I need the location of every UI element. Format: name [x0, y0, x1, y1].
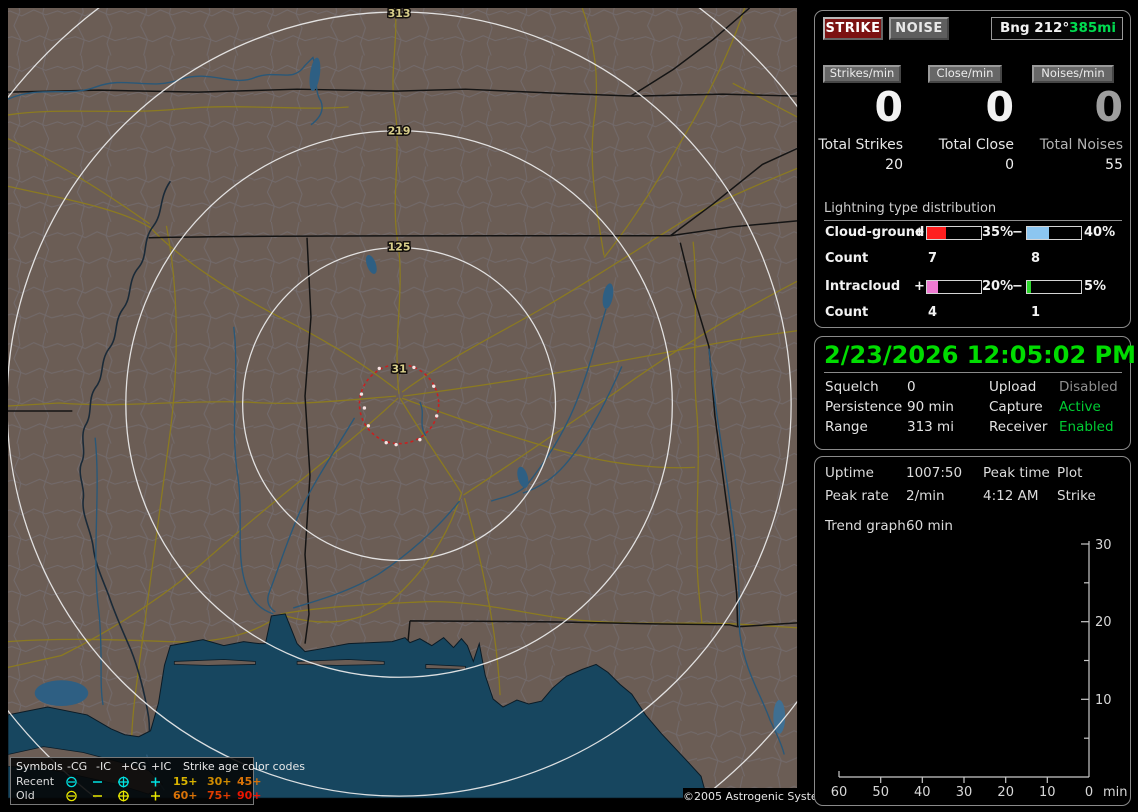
cg-positive-pct: 35%	[982, 225, 1014, 240]
y-tick-20: 20	[1095, 615, 1112, 630]
distance-value: 385mi	[1069, 20, 1116, 36]
pos-cg-old-icon	[118, 790, 129, 802]
legend-symbols-title: Symbols	[16, 760, 63, 773]
close-per-min-label: Close/min	[928, 65, 1002, 83]
x-tick-20: 20	[997, 785, 1014, 800]
cloud-ground-label: Cloud-ground	[825, 225, 925, 240]
neg-cg-old-icon	[66, 790, 77, 802]
pos-ic-old-icon	[151, 791, 160, 801]
x-axis-unit: min	[1103, 785, 1128, 800]
bearing-value: Bng 212°	[1000, 20, 1070, 36]
legend-row-old: Old	[16, 789, 35, 802]
ic-negative-pct: 5%	[1084, 279, 1107, 294]
trend-panel: Uptime 1007:50 Peak time Plot Peak rate …	[814, 456, 1131, 806]
x-tick-10: 10	[1039, 785, 1056, 800]
distribution-title: Lightning type distribution	[824, 201, 1122, 221]
ring-label-125: 125	[388, 241, 411, 254]
map-legend: Symbols -CG -IC +CG +IC Strike age color…	[10, 757, 305, 805]
upload-label: Upload	[989, 379, 1037, 395]
total-noises-value: 55	[1105, 157, 1123, 173]
cg-positive-count: 7	[928, 251, 938, 266]
x-tick-50: 50	[872, 785, 889, 800]
total-strikes-label: Total Strikes	[818, 137, 903, 153]
plus-sign: +	[914, 279, 925, 294]
ic-count-label: Count	[825, 305, 869, 320]
x-tick-0: 0	[1085, 785, 1093, 800]
strikes-per-min-value: 0	[874, 83, 903, 131]
status-panel: 2/23/2026 12:05:02 PM Squelch 0 Upload D…	[814, 336, 1136, 450]
ic-positive-count: 4	[928, 305, 938, 320]
total-strikes-value: 20	[885, 157, 903, 173]
receiver-label: Receiver	[989, 419, 1048, 435]
noises-per-min-value: 0	[1094, 83, 1123, 131]
close-per-min-value: 0	[985, 83, 1014, 131]
minus-sign: −	[1012, 225, 1023, 240]
cg-negative-bar	[1026, 226, 1082, 240]
squelch-label: Squelch	[825, 379, 879, 395]
x-tick-40: 40	[914, 785, 931, 800]
ic-positive-pct: 20%	[982, 279, 1014, 294]
x-tick-30: 30	[956, 785, 973, 800]
datetime-display: 2/23/2026 12:05:02 PM	[824, 341, 1136, 373]
ring-label-31: 31	[392, 362, 407, 375]
legend-col-pic: +IC	[151, 760, 172, 773]
age-15: 15+	[173, 775, 198, 788]
cg-positive-bar	[926, 226, 982, 240]
legend-col-pcg: +CG	[121, 760, 147, 773]
x-tick-60: 60	[831, 785, 848, 800]
neg-ic-old-icon	[93, 795, 102, 797]
legend-row-recent: Recent	[16, 775, 55, 788]
squelch-value: 0	[907, 379, 916, 395]
age-75: 75+	[207, 789, 232, 802]
persistence-label: Persistence	[825, 399, 903, 415]
plus-sign: +	[914, 225, 925, 240]
cg-negative-pct: 40%	[1084, 225, 1116, 240]
trend-graph-chart: 30 20 10 60 50 40 30 20 10 0 min	[831, 538, 1128, 800]
app-window: 313 219 125 31 Symbols -CG -IC +CG +IC S…	[0, 0, 1138, 812]
age-90: 90+	[237, 789, 262, 802]
strike-button[interactable]: STRIKE	[823, 17, 883, 40]
minus-sign: −	[1012, 279, 1023, 294]
ic-negative-count: 1	[1031, 305, 1041, 320]
receiver-status: Enabled	[1059, 419, 1114, 435]
ring-label-313: 313	[388, 8, 411, 20]
pos-ic-recent-icon	[151, 777, 160, 787]
age-30: 30+	[207, 775, 232, 788]
legend-ages-title: Strike age color codes	[183, 760, 305, 773]
capture-label: Capture	[989, 399, 1043, 415]
y-tick-30: 30	[1095, 538, 1112, 553]
age-45: 45+	[237, 775, 262, 788]
noise-button[interactable]: NOISE	[889, 17, 949, 40]
persistence-value: 90 min	[907, 399, 954, 415]
range-label: Range	[825, 419, 868, 435]
strikes-per-min-label: Strikes/min	[823, 65, 901, 83]
legend-col-ncg: -CG	[67, 760, 88, 773]
total-close-value: 0	[1005, 157, 1014, 173]
strike-map[interactable]: 313 219 125 31	[8, 8, 805, 806]
noises-per-min-label: Noises/min	[1032, 65, 1114, 83]
ic-positive-bar	[926, 280, 982, 294]
copyright-text: ©2005 Astrogenic Systems	[683, 788, 834, 806]
upload-status: Disabled	[1059, 379, 1118, 395]
cg-negative-count: 8	[1031, 251, 1041, 266]
cg-count-label: Count	[825, 251, 869, 266]
counters-panel: STRIKE NOISE Bng 212° 385mi Strikes/min …	[814, 10, 1131, 328]
neg-cg-recent-icon	[66, 776, 77, 788]
capture-status: Active	[1059, 399, 1101, 415]
legend-col-nic: -IC	[96, 760, 111, 773]
total-close-label: Total Close	[938, 137, 1014, 153]
total-noises-label: Total Noises	[1039, 137, 1123, 153]
ic-negative-bar	[1026, 280, 1082, 294]
neg-ic-recent-icon	[93, 781, 102, 783]
age-60: 60+	[173, 789, 198, 802]
intracloud-label: Intracloud	[825, 279, 901, 294]
ring-label-219: 219	[388, 125, 411, 138]
bearing-display: Bng 212° 385mi	[991, 17, 1123, 40]
range-value: 313 mi	[907, 419, 954, 435]
y-tick-10: 10	[1095, 693, 1112, 708]
pos-cg-recent-icon	[118, 776, 129, 788]
